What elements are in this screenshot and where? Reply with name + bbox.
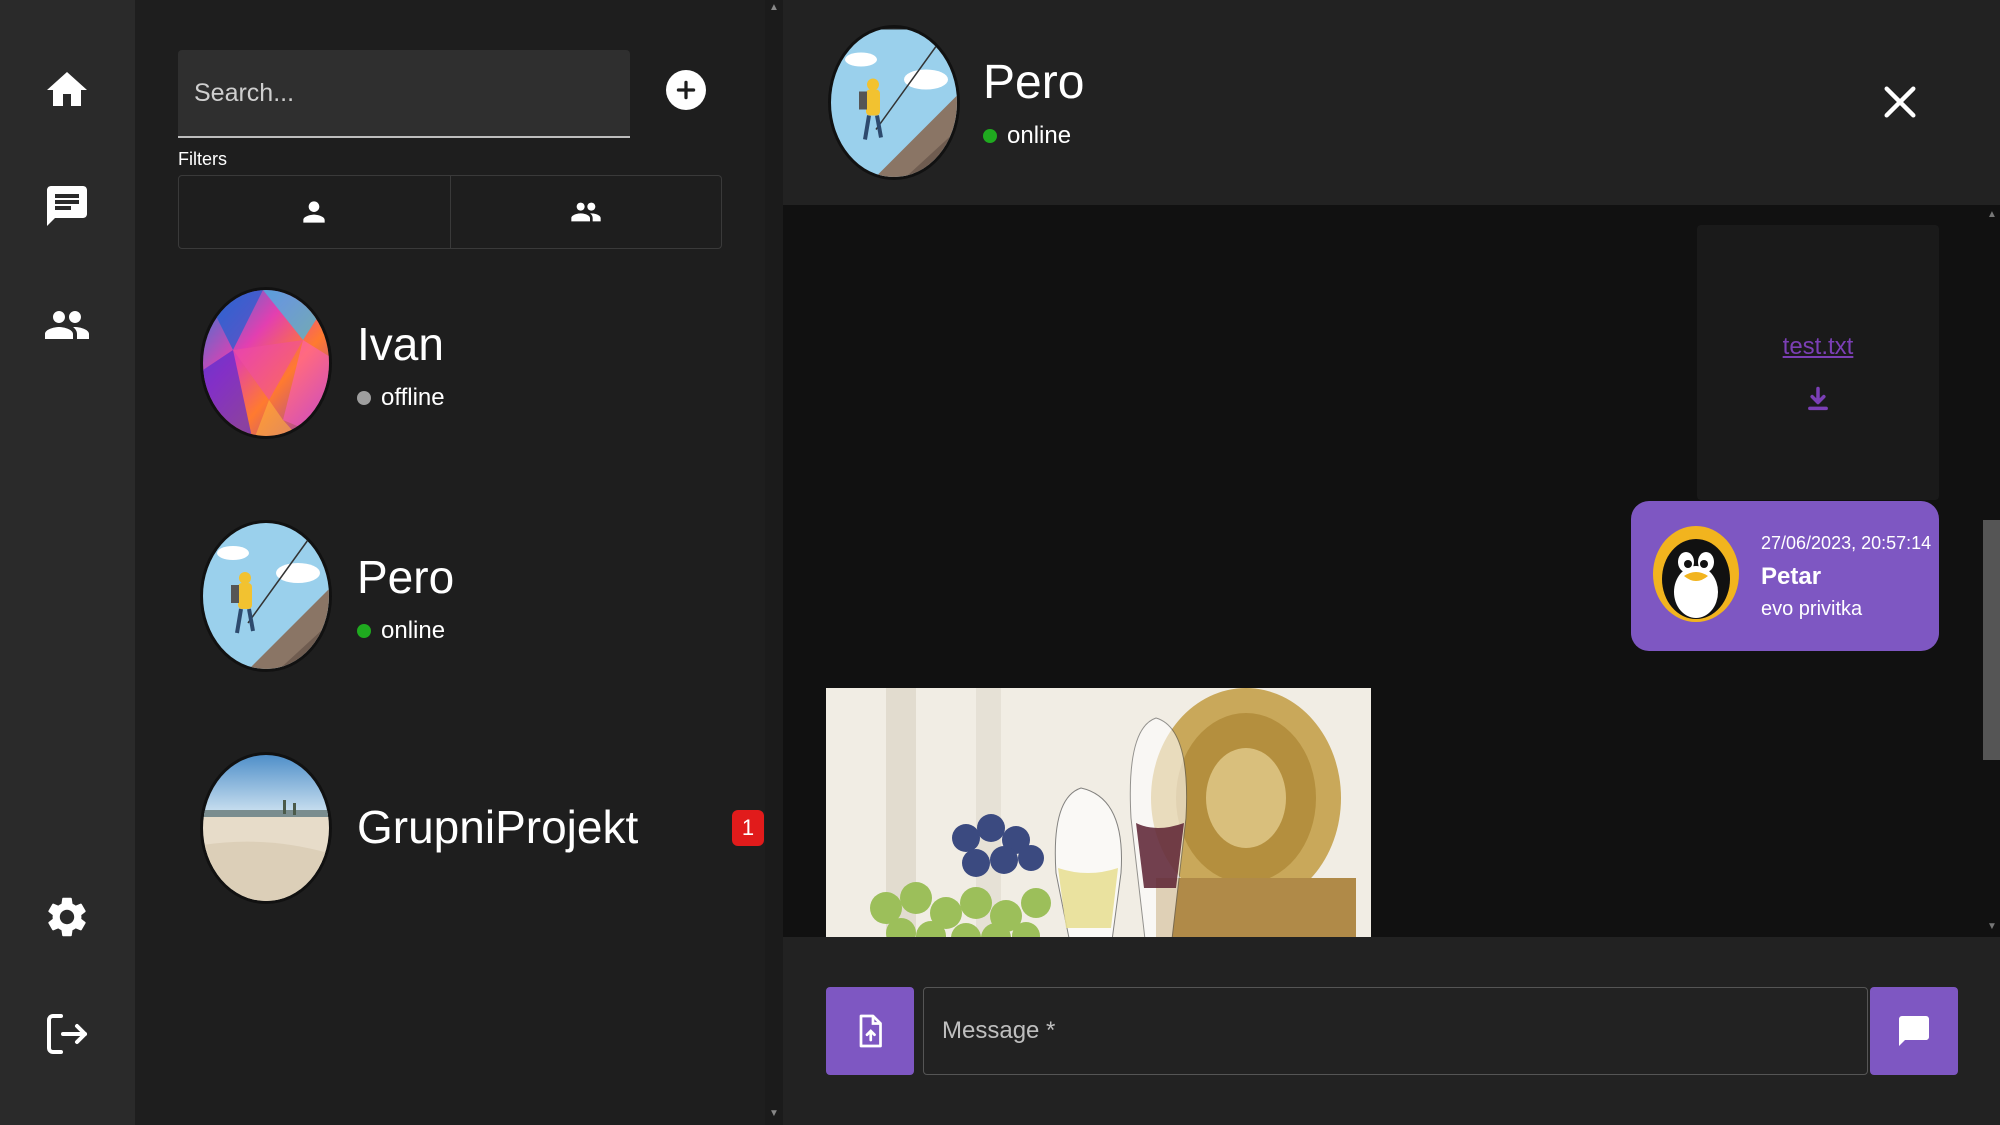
search-field[interactable] [178, 50, 630, 138]
panel-scrollbar[interactable]: ▲ ▼ [765, 0, 783, 1125]
add-conversation-button[interactable] [666, 70, 706, 110]
download-icon[interactable] [1804, 385, 1832, 413]
avatar [200, 287, 332, 439]
nav-groups-button[interactable] [27, 285, 107, 365]
scroll-up-icon[interactable]: ▲ [1987, 209, 1997, 220]
file-attachment-message: test.txt [1697, 225, 1939, 500]
chat-status: online [983, 122, 1071, 150]
gear-icon [48, 897, 86, 937]
attach-file-button[interactable] [826, 987, 914, 1075]
conversation-panel: Filters [135, 0, 765, 1125]
message-timestamp: 27/06/2023, 20:57:14 [1761, 533, 1932, 553]
side-nav [0, 0, 135, 1125]
avatar [828, 25, 960, 180]
avatar-image [203, 755, 329, 901]
close-icon[interactable] [1880, 82, 1920, 122]
conversation-item-ivan[interactable]: Ivan offline [200, 287, 740, 447]
conversation-name: Ivan [357, 318, 444, 370]
status-dot [357, 391, 371, 405]
conversation-item-pero[interactable]: Pero online [200, 520, 740, 680]
messages-scrollbar[interactable]: ▲ ▼ [1983, 205, 2000, 937]
filter-group-button[interactable] [449, 176, 722, 248]
nav-settings-button[interactable] [27, 877, 107, 957]
scroll-down-icon[interactable]: ▼ [1987, 921, 1997, 932]
message-list: test.txt 27/06/2023, 20:57:14 Petar evo … [783, 205, 1983, 937]
send-message-button[interactable] [1870, 987, 1958, 1075]
conversation-status: online [357, 617, 445, 645]
status-dot [983, 129, 997, 143]
scroll-up-icon[interactable]: ▲ [769, 2, 779, 13]
status-text: offline [381, 384, 445, 411]
group-icon [571, 202, 601, 222]
message-bubble: 27/06/2023, 20:57:14 Petar evo privitka [1631, 501, 1939, 651]
plus-icon [676, 80, 696, 100]
message-composer [783, 937, 2000, 1125]
scrollbar-thumb[interactable] [1983, 520, 2000, 760]
nav-home-button[interactable] [27, 50, 107, 130]
conversation-item-grupniprojekt[interactable]: GrupniProjekt 1 [200, 752, 764, 912]
scroll-down-icon[interactable]: ▼ [769, 1108, 779, 1119]
chat-title: Pero [983, 56, 1085, 109]
message-text: evo privitka [1761, 598, 1863, 620]
nav-chats-button[interactable] [27, 166, 107, 246]
search-input[interactable] [178, 50, 630, 136]
home-icon [47, 72, 87, 106]
chat-icon [47, 186, 87, 226]
avatar [200, 752, 332, 904]
avatar [200, 520, 332, 672]
send-chat-icon [1899, 1016, 1929, 1046]
file-upload-icon [859, 1014, 882, 1048]
message-input[interactable] [923, 987, 1868, 1075]
conversation-status: offline [357, 384, 445, 412]
chat-app: Filters [0, 0, 2000, 1125]
conversation-name: Pero [357, 551, 455, 603]
avatar-image [203, 523, 329, 669]
filter-private-button[interactable] [179, 176, 450, 248]
status-text: online [381, 617, 446, 644]
logout-icon [47, 1014, 87, 1054]
group-icon [45, 311, 89, 339]
status-dot [357, 624, 371, 638]
wine-image [826, 688, 1371, 937]
avatar-image [203, 290, 329, 436]
filters-label: Filters [178, 149, 227, 169]
conversation-name: GrupniProjekt [357, 801, 639, 853]
file-link[interactable]: test.txt [1697, 333, 1939, 361]
status-text: online [1007, 122, 1072, 149]
filter-toggle-group [178, 175, 722, 249]
message-sender: Petar [1761, 563, 1822, 590]
person-icon [303, 201, 325, 223]
image-message[interactable] [826, 688, 1371, 937]
avatar-image [831, 29, 957, 177]
nav-logout-button[interactable] [27, 994, 107, 1074]
chat-header: Pero online [783, 0, 2000, 205]
penguin-avatar-icon [1653, 526, 1739, 622]
unread-badge: 1 [732, 810, 764, 846]
